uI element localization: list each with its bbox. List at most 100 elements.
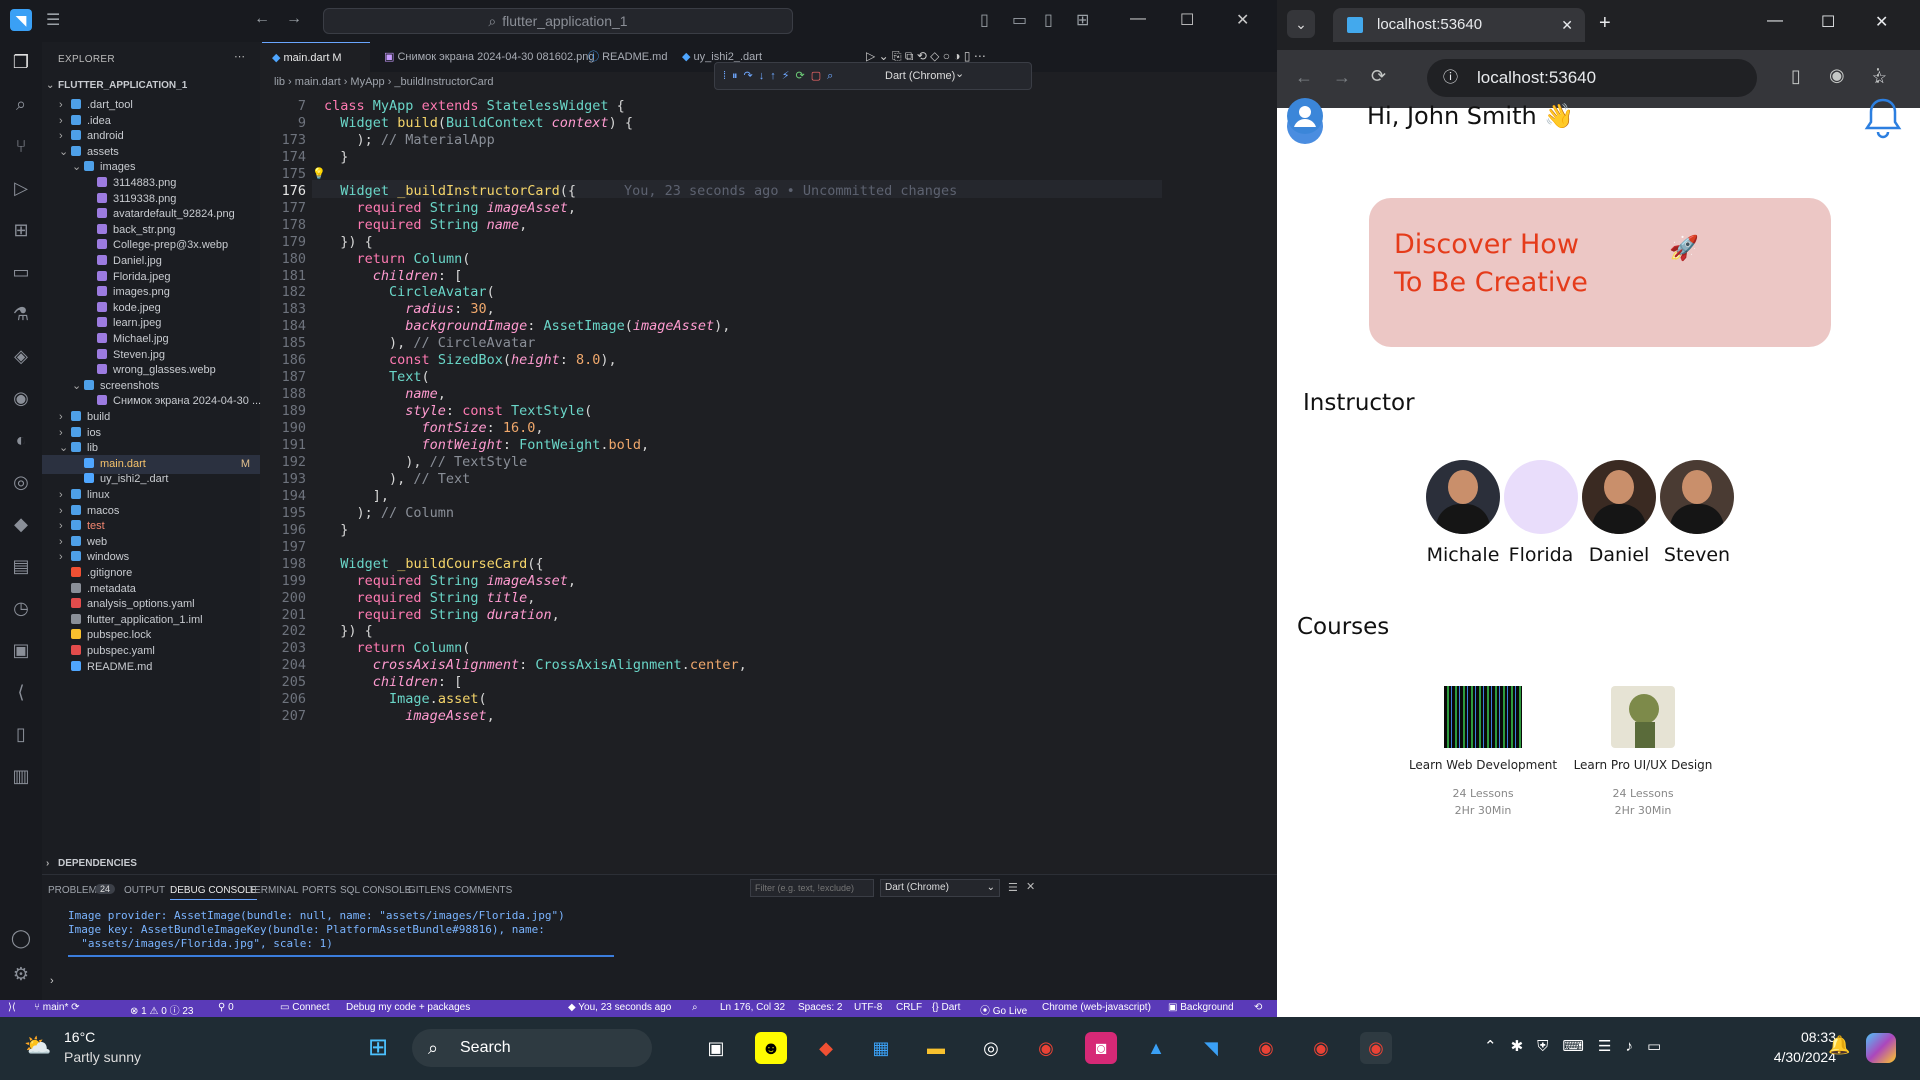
copilot-icon[interactable] — [1866, 1033, 1896, 1063]
tab-readme[interactable]: ⓘ README.md — [578, 42, 668, 72]
chevron-right-icon[interactable]: › — [50, 975, 54, 987]
edge-icon[interactable]: ◎ — [9, 470, 33, 494]
database-icon[interactable]: ▤ — [9, 554, 33, 578]
chrome-active-icon[interactable]: ◉ — [1360, 1032, 1392, 1064]
debug-target-select[interactable]: Dart (Chrome) — [885, 70, 955, 82]
forward-arrow-icon[interactable]: → — [286, 10, 302, 28]
device-icon[interactable]: ▯ — [9, 722, 33, 746]
extensions-icon[interactable]: ⊞ — [9, 218, 33, 242]
browser-tab[interactable]: localhost:53640 ✕ — [1333, 8, 1585, 42]
device-status[interactable]: Chrome (web-javascript) — [1042, 1002, 1151, 1013]
menu-icon[interactable]: ☰ — [46, 10, 60, 30]
chrome-icon[interactable]: ◉ — [1030, 1032, 1062, 1064]
course-card[interactable]: Learn Web Development 24 Lessons 2Hr 30Min — [1403, 686, 1563, 817]
customize-layout-icon[interactable]: ⊞ — [1076, 10, 1089, 30]
chat-icon[interactable]: ◐ — [9, 428, 33, 452]
console-filter-input[interactable] — [750, 879, 874, 897]
github-icon[interactable]: ◉ — [9, 386, 33, 410]
panel-tab[interactable]: SQL CONSOLE — [340, 885, 411, 896]
chrome-menu-icon[interactable]: ⋮ — [1869, 65, 1887, 86]
code-line[interactable]: ); // MaterialApp — [324, 130, 495, 151]
address-bar[interactable]: ⓘ localhost:53640 ☆ — [1427, 59, 1887, 97]
account-icon[interactable]: ◯ — [9, 926, 33, 950]
flutter-icon[interactable]: ⟨ — [9, 680, 33, 704]
tab-search-button[interactable]: ⌄ — [1287, 10, 1315, 38]
site-info-icon[interactable]: ⓘ — [1443, 59, 1458, 97]
trash-icon[interactable]: ▥ — [9, 764, 33, 788]
snapchat-icon[interactable]: ☻ — [755, 1032, 787, 1064]
git-app-icon[interactable]: ◆ — [810, 1032, 842, 1064]
panel-tab[interactable]: TERMINAL — [248, 885, 299, 896]
debug-status[interactable]: Debug my code + packages — [346, 1002, 470, 1013]
code-line[interactable]: } — [324, 520, 348, 541]
side-panel-icon[interactable]: ▯ — [1791, 66, 1801, 87]
tab-main-dart[interactable]: ◆ main.dart M — [262, 42, 370, 72]
more-actions-icon[interactable]: ⋯ — [234, 50, 245, 63]
remote-icon[interactable]: ⟩⟨ — [8, 1002, 16, 1013]
task-view-icon[interactable]: ▣ — [700, 1032, 732, 1064]
problems-status[interactable]: ⊗ 1 ⚠ 0 ⓘ 23 — [130, 1002, 193, 1017]
encoding-status[interactable]: UTF-8 — [854, 1002, 882, 1013]
new-tab-icon[interactable]: + — [1599, 12, 1611, 35]
panel-tab[interactable]: DEBUG CONSOLE — [170, 885, 258, 900]
chrome-icon[interactable]: ◉ — [1305, 1032, 1337, 1064]
search-icon[interactable]: ⌕ — [9, 92, 33, 116]
panel-tab[interactable]: COMMENTS — [454, 885, 512, 896]
toggle-sidebar-icon[interactable]: ▯ — [980, 10, 989, 30]
file-explorer-icon[interactable]: ▬ — [920, 1032, 952, 1064]
debug-controls[interactable]: ⁞⏸↷↓↑⚡⟳▢⌕ — [723, 69, 839, 83]
explorer-icon[interactable]: ❐ — [9, 50, 33, 74]
timeline-icon[interactable]: ◷ — [9, 596, 33, 620]
tab-screenshot[interactable]: ▣ Снимок экрана 2024-04-30 081602.png — [374, 42, 595, 72]
close-window-button[interactable]: ✕ — [1875, 12, 1888, 32]
profile-icon[interactable]: ◉ — [1829, 65, 1845, 86]
taskbar-search[interactable]: ⌕ Search — [412, 1029, 652, 1067]
project-root[interactable]: ⌄ FLUTTER_APPLICATION_1 — [46, 76, 187, 95]
dependencies-section[interactable]: › DEPENDENCIES — [46, 854, 137, 873]
run-debug-icon[interactable]: ▷ — [9, 176, 33, 200]
system-tray[interactable]: ⌃✱⛨⌨☰♪▭ — [1484, 1037, 1675, 1055]
maximize-button[interactable]: ☐ — [1821, 12, 1835, 32]
breadcrumb[interactable]: lib › main.dart › MyApp › _buildInstruct… — [274, 76, 493, 88]
panel-tab[interactable]: PORTS — [302, 885, 336, 896]
notification-bell-icon[interactable] — [1863, 96, 1903, 140]
app-icon[interactable]: ▲ — [1140, 1032, 1172, 1064]
clear-console-icon[interactable]: ☰ — [1008, 881, 1018, 894]
start-button[interactable]: ⊞ — [362, 1032, 394, 1064]
close-button[interactable]: ✕ — [1236, 10, 1249, 30]
back-arrow-icon[interactable]: ← — [254, 10, 270, 28]
code-line[interactable]: imageAsset, — [324, 706, 494, 727]
clock-date[interactable]: 4/30/2024 — [1752, 1049, 1836, 1065]
minimize-button[interactable]: — — [1767, 12, 1783, 30]
instructor-card[interactable]: Florida — [1499, 460, 1583, 566]
source-control-icon[interactable]: ⑂ — [9, 134, 33, 158]
console-target-select[interactable]: Dart (Chrome) ⌄ — [880, 879, 1000, 897]
testing-icon[interactable]: ⚗ — [9, 302, 33, 326]
toggle-panel-icon[interactable]: ▭ — [1012, 10, 1027, 30]
back-arrow-icon[interactable]: ← — [1295, 67, 1313, 88]
close-tab-icon[interactable]: ✕ — [1561, 8, 1573, 42]
code-line[interactable]: } — [324, 147, 348, 168]
creative-banner[interactable]: Discover How To Be Creative 🚀 — [1369, 198, 1831, 347]
language-status[interactable]: {} Dart — [932, 1002, 960, 1013]
instructor-card[interactable]: Steven — [1655, 460, 1739, 566]
python-icon[interactable]: ◈ — [9, 344, 33, 368]
remote-explorer-icon[interactable]: ▭ — [9, 260, 33, 284]
settings-gear-icon[interactable]: ⚙ — [9, 962, 33, 986]
store-icon[interactable]: ▦ — [865, 1032, 897, 1064]
blame-status[interactable]: ◆ You, 23 seconds ago — [568, 1002, 671, 1013]
maximize-button[interactable]: ☐ — [1180, 10, 1194, 30]
notification-bell-icon[interactable]: 🔔 — [1828, 1035, 1850, 1056]
connect-status[interactable]: ▭ Connect — [280, 1002, 329, 1013]
instructor-card[interactable]: Daniel — [1577, 460, 1661, 566]
notifications-icon[interactable]: ⟲ — [1254, 1002, 1262, 1013]
reload-icon[interactable]: ⟳ — [1371, 66, 1386, 87]
obs-icon[interactable]: ◎ — [975, 1032, 1007, 1064]
course-card[interactable]: Learn Pro UI/UX Design 24 Lessons 2Hr 30Mi… — [1563, 686, 1723, 817]
eol-status[interactable]: CRLF — [896, 1002, 922, 1013]
branch-status[interactable]: ⑂ main* ⟳ — [34, 1002, 80, 1013]
docker-icon[interactable]: ▣ — [9, 638, 33, 662]
instructor-card[interactable]: Michale — [1421, 460, 1505, 566]
minimize-button[interactable]: — — [1130, 10, 1146, 28]
ports-status[interactable]: ⚲ 0 — [218, 1002, 234, 1013]
